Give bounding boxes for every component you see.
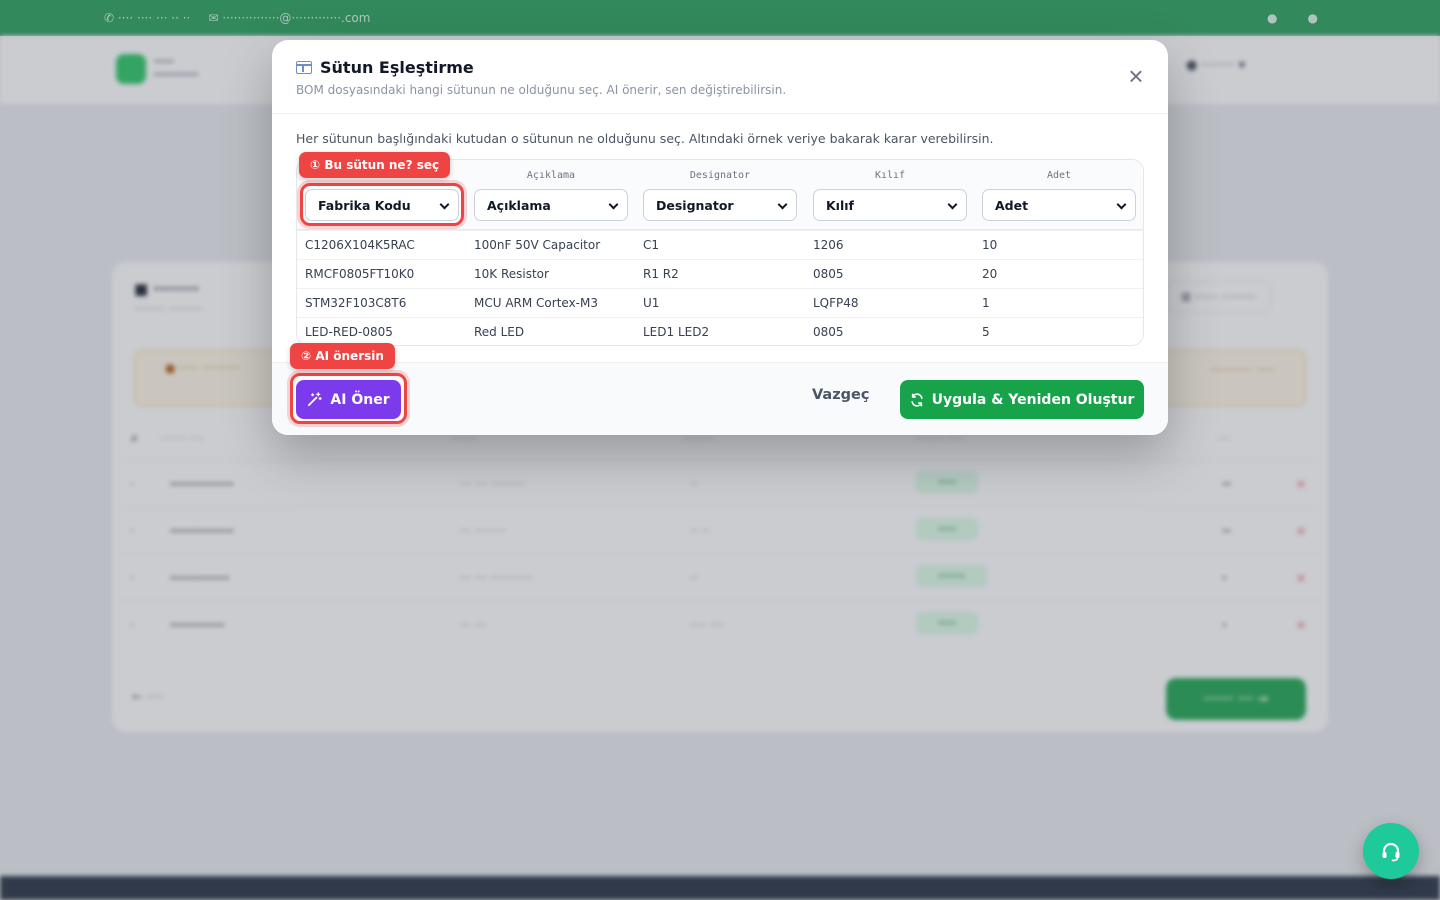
sample-cell: Red LED <box>474 325 525 339</box>
cancel-button[interactable]: Vazgeç <box>812 387 869 403</box>
sample-cell: RMCF0805FT10K0 <box>305 267 415 281</box>
column-header-4: Kılıf <box>874 170 906 181</box>
sample-row: RMCF0805FT10K0 10K Resistor R1 R2 0805 2… <box>297 259 1143 288</box>
sample-cell: 10K Resistor <box>474 267 549 281</box>
modal-subtitle: BOM dosyasındaki hangi sütunun ne olduğu… <box>296 83 787 97</box>
sample-cell: 0805 <box>813 267 844 281</box>
select-value: Adet <box>995 197 1029 213</box>
column-type-select-5[interactable]: Adet <box>982 189 1136 221</box>
sample-cell: C1206X104K5RAC <box>305 238 415 252</box>
table-columns-icon <box>296 61 312 74</box>
sample-row: C1206X104K5RAC 100nF 50V Capacitor C1 12… <box>297 230 1143 259</box>
sample-cell: LED1 LED2 <box>643 325 710 339</box>
modal-footer: AI Öner Vazgeç Uygula & Yeniden Oluştur <box>272 362 1168 435</box>
column-type-select-2[interactable]: Açıklama <box>474 189 628 221</box>
sample-row: STM32F103C8T6 MCU ARM Cortex-M3 U1 LQFP4… <box>297 288 1143 317</box>
sample-cell: MCU ARM Cortex-M3 <box>474 296 598 310</box>
sample-cell: STM32F103C8T6 <box>305 296 407 310</box>
instruction-text: Her sütunun başlığındaki kutudan o sütun… <box>296 131 994 146</box>
column-header-5: Adet <box>1046 170 1072 181</box>
close-icon: × <box>1128 61 1144 91</box>
modal-title: Sütun Eşleştirme <box>320 58 474 77</box>
sample-cell: 1 <box>982 296 990 310</box>
sample-cell: U1 <box>643 296 660 310</box>
column-mapping-table: Açıklama Designator Kılıf Adet Fabrika K… <box>296 159 1144 346</box>
sample-cell: LED-RED-0805 <box>305 325 393 339</box>
column-header-2: Açıklama <box>526 170 576 181</box>
column-header-3: Designator <box>689 170 751 181</box>
sample-cell: 20 <box>982 267 998 281</box>
sample-cell: 5 <box>982 325 990 339</box>
apply-regenerate-button[interactable]: Uygula & Yeniden Oluştur <box>900 380 1144 419</box>
modal-header: Sütun Eşleştirme BOM dosyasındaki hangi … <box>272 40 1168 114</box>
column-mapping-modal: Sütun Eşleştirme BOM dosyasındaki hangi … <box>272 40 1168 435</box>
chevron-down-icon <box>608 199 619 210</box>
ai-suggest-label: AI Öner <box>330 391 390 408</box>
select-value: Açıklama <box>487 197 551 213</box>
callout-step-1: ① Bu sütun ne? seç <box>299 152 451 178</box>
column-type-select-1[interactable]: Fabrika Kodu <box>305 189 459 221</box>
select-value: Designator <box>656 197 734 213</box>
close-button[interactable]: × <box>1124 61 1148 91</box>
sample-cell: 10 <box>982 238 998 252</box>
sample-cell: 0805 <box>813 325 844 339</box>
callout-step-2: ② AI önersin <box>290 343 395 369</box>
sample-cell: C1 <box>643 238 660 252</box>
sample-row: LED-RED-0805 Red LED LED1 LED2 0805 5 <box>297 317 1143 345</box>
sample-cell: 100nF 50V Capacitor <box>474 238 601 252</box>
ai-suggest-button[interactable]: AI Öner <box>296 380 401 419</box>
column-type-select-4[interactable]: Kılıf <box>813 189 967 221</box>
column-type-select-3[interactable]: Designator <box>643 189 797 221</box>
refresh-icon <box>911 392 923 407</box>
chevron-down-icon <box>439 199 450 210</box>
chevron-down-icon <box>1116 199 1127 210</box>
support-chat-button[interactable] <box>1363 823 1419 879</box>
sample-cell: LQFP48 <box>813 296 859 310</box>
apply-regenerate-label: Uygula & Yeniden Oluştur <box>931 391 1135 408</box>
select-value: Kılıf <box>826 197 854 213</box>
sample-cell: 1206 <box>813 238 844 252</box>
chevron-down-icon <box>947 199 958 210</box>
select-value: Fabrika Kodu <box>318 197 411 213</box>
magic-wand-icon <box>308 392 323 407</box>
headset-icon <box>1382 842 1400 862</box>
sample-cell: R1 R2 <box>643 267 679 281</box>
chevron-down-icon <box>777 199 788 210</box>
